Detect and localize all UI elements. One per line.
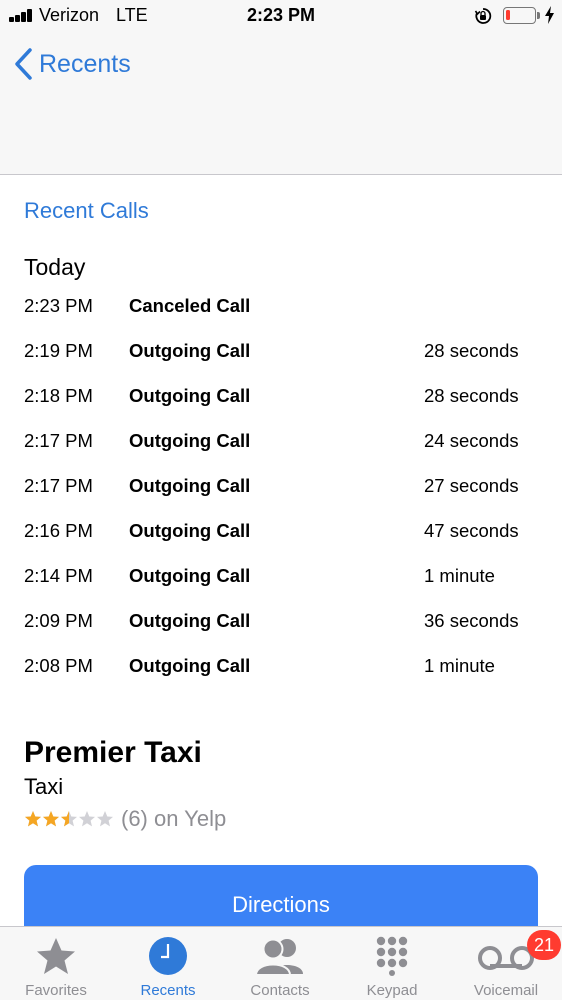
call-row: 2:17 PM Outgoing Call 24 seconds — [0, 430, 562, 458]
call-time: 2:19 PM — [24, 340, 93, 361]
rating-star — [97, 811, 113, 827]
call-duration: 28 seconds — [424, 340, 519, 361]
voicemail-badge: 21 — [527, 930, 561, 960]
call-time: 2:14 PM — [24, 565, 93, 586]
rating-star — [43, 811, 59, 827]
call-duration: 28 seconds — [424, 385, 519, 406]
call-row: 2:14 PM Outgoing Call 1 minute — [0, 565, 562, 593]
review-count: (6) on Yelp — [121, 806, 227, 831]
call-type: Outgoing Call — [129, 430, 251, 451]
battery-icon — [503, 7, 536, 24]
back-button[interactable]: Recents — [12, 46, 131, 82]
call-time: 2:08 PM — [24, 655, 93, 676]
tab-favorites[interactable]: Favorites — [0, 927, 112, 1000]
rating-star — [61, 811, 77, 827]
call-type: Outgoing Call — [129, 565, 251, 586]
rotation-lock-icon — [474, 8, 492, 24]
rating-stars-icon — [25, 811, 113, 827]
call-time: 2:18 PM — [24, 385, 93, 406]
battery-level-fill — [506, 10, 510, 20]
call-type: Canceled Call — [129, 295, 251, 316]
call-type: Outgoing Call — [129, 610, 251, 631]
call-time: 2:23 PM — [24, 295, 93, 316]
battery-tip — [537, 12, 540, 19]
status-bar: Verizon LTE 2:23 PM — [0, 0, 562, 34]
star-icon — [37, 938, 75, 974]
navigation-bar: Recents — [0, 34, 562, 175]
call-time: 2:09 PM — [24, 610, 93, 631]
call-duration: 47 seconds — [424, 520, 519, 541]
tab-label: Contacts — [250, 982, 310, 999]
call-duration: 24 seconds — [424, 430, 519, 451]
charging-bolt-icon — [545, 6, 554, 24]
call-duration: 1 minute — [424, 655, 495, 676]
date-heading: Today — [24, 254, 86, 280]
tab-label: Keypad — [366, 982, 418, 999]
call-type: Outgoing Call — [129, 385, 251, 406]
call-time: 2:16 PM — [24, 520, 93, 541]
call-type: Outgoing Call — [129, 475, 251, 496]
call-row: 2:08 PM Outgoing Call 1 minute — [0, 655, 562, 683]
tab-label: Recents — [140, 982, 196, 999]
tab-bar: Favorites Recents Contacts Keypad Voicem… — [0, 926, 562, 1000]
rating-star — [79, 811, 95, 827]
tab-recents[interactable]: Recents — [112, 927, 224, 1000]
call-row: 2:23 PM Canceled Call — [0, 295, 562, 323]
rating-star — [25, 811, 41, 827]
call-duration: 36 seconds — [424, 610, 519, 631]
call-type: Outgoing Call — [129, 520, 251, 541]
call-row: 2:16 PM Outgoing Call 47 seconds — [0, 520, 562, 548]
yelp-rating[interactable]: (6) on Yelp — [24, 806, 226, 832]
tab-keypad[interactable]: Keypad — [336, 927, 448, 1000]
tab-label: Favorites — [25, 982, 87, 999]
business-name: Premier Taxi — [24, 736, 202, 769]
call-time: 2:17 PM — [24, 475, 93, 496]
keypad-icon — [376, 936, 408, 976]
call-type: Outgoing Call — [129, 655, 251, 676]
chevron-left-icon — [15, 48, 32, 80]
call-row: 2:09 PM Outgoing Call 36 seconds — [0, 610, 562, 638]
tab-label: Voicemail — [473, 982, 539, 999]
call-row: 2:17 PM Outgoing Call 27 seconds — [0, 475, 562, 503]
call-type: Outgoing Call — [129, 340, 251, 361]
call-time: 2:17 PM — [24, 430, 93, 451]
back-label: Recents — [39, 49, 131, 78]
directions-label: Directions — [232, 892, 330, 917]
contacts-icon — [255, 938, 303, 976]
clock-icon — [149, 937, 187, 975]
call-duration: 1 minute — [424, 565, 495, 586]
call-row: 2:19 PM Outgoing Call 28 seconds — [0, 340, 562, 368]
business-category: Taxi — [24, 774, 64, 799]
call-duration: 27 seconds — [424, 475, 519, 496]
tab-contacts[interactable]: Contacts — [224, 927, 336, 1000]
recent-calls-link[interactable]: Recent Calls — [24, 198, 149, 224]
call-row: 2:18 PM Outgoing Call 28 seconds — [0, 385, 562, 413]
